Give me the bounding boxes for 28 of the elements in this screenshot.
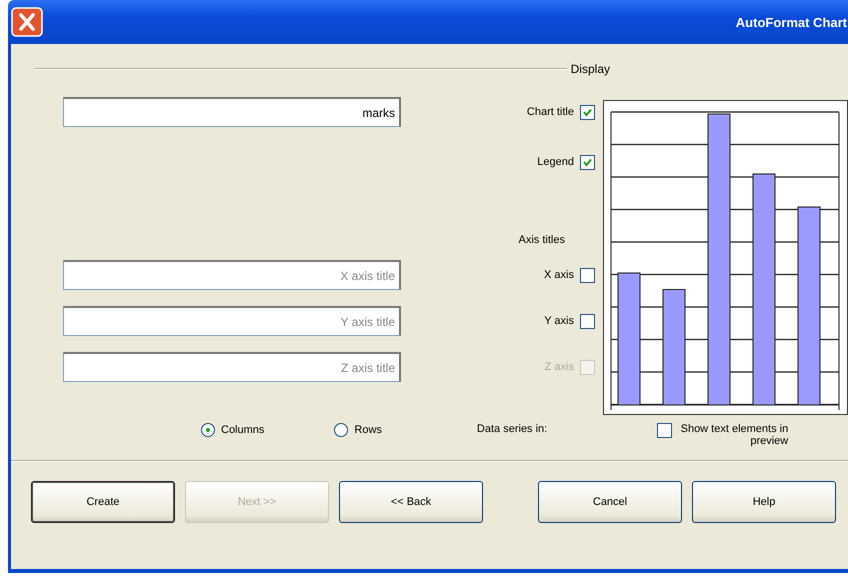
axis-title-field[interactable]: Y axis title xyxy=(63,306,401,336)
axis-title-field[interactable]: X axis title xyxy=(63,260,401,290)
dialog-button[interactable]: << Back xyxy=(339,481,483,523)
checkbox[interactable] xyxy=(580,154,595,170)
dialog-button[interactable]: Create xyxy=(31,481,175,523)
checkbox[interactable] xyxy=(580,314,595,328)
dialog-button[interactable]: Help xyxy=(692,481,836,523)
radio-option[interactable]: Columns xyxy=(201,423,264,437)
window-title: AutoFormat Chart xyxy=(736,14,847,30)
group-label: Display xyxy=(570,62,610,76)
checkbox-option[interactable]: Show text elements in preview xyxy=(657,423,788,447)
checkbox-option[interactable]: Chart title xyxy=(429,104,595,120)
check-icon xyxy=(583,108,592,116)
checkbox[interactable] xyxy=(657,423,672,438)
chart-title-field[interactable]: marks xyxy=(63,97,401,127)
radio-button[interactable] xyxy=(201,423,215,437)
checkbox-option[interactable]: X axis xyxy=(429,268,595,282)
radio-button[interactable] xyxy=(334,423,348,437)
dialog-button[interactable]: Cancel xyxy=(538,481,682,523)
close-icon[interactable] xyxy=(11,7,43,37)
checkbox-option[interactable]: Y axis xyxy=(429,314,595,328)
data-series-label: Data series in: xyxy=(476,423,548,435)
checkbox[interactable] xyxy=(580,104,595,120)
radio-option[interactable]: Rows xyxy=(334,423,382,437)
check-icon xyxy=(583,158,592,166)
section-label: Axis titles xyxy=(518,234,566,246)
checkbox[interactable] xyxy=(580,268,595,282)
checkbox-option[interactable]: Legend xyxy=(429,154,595,170)
